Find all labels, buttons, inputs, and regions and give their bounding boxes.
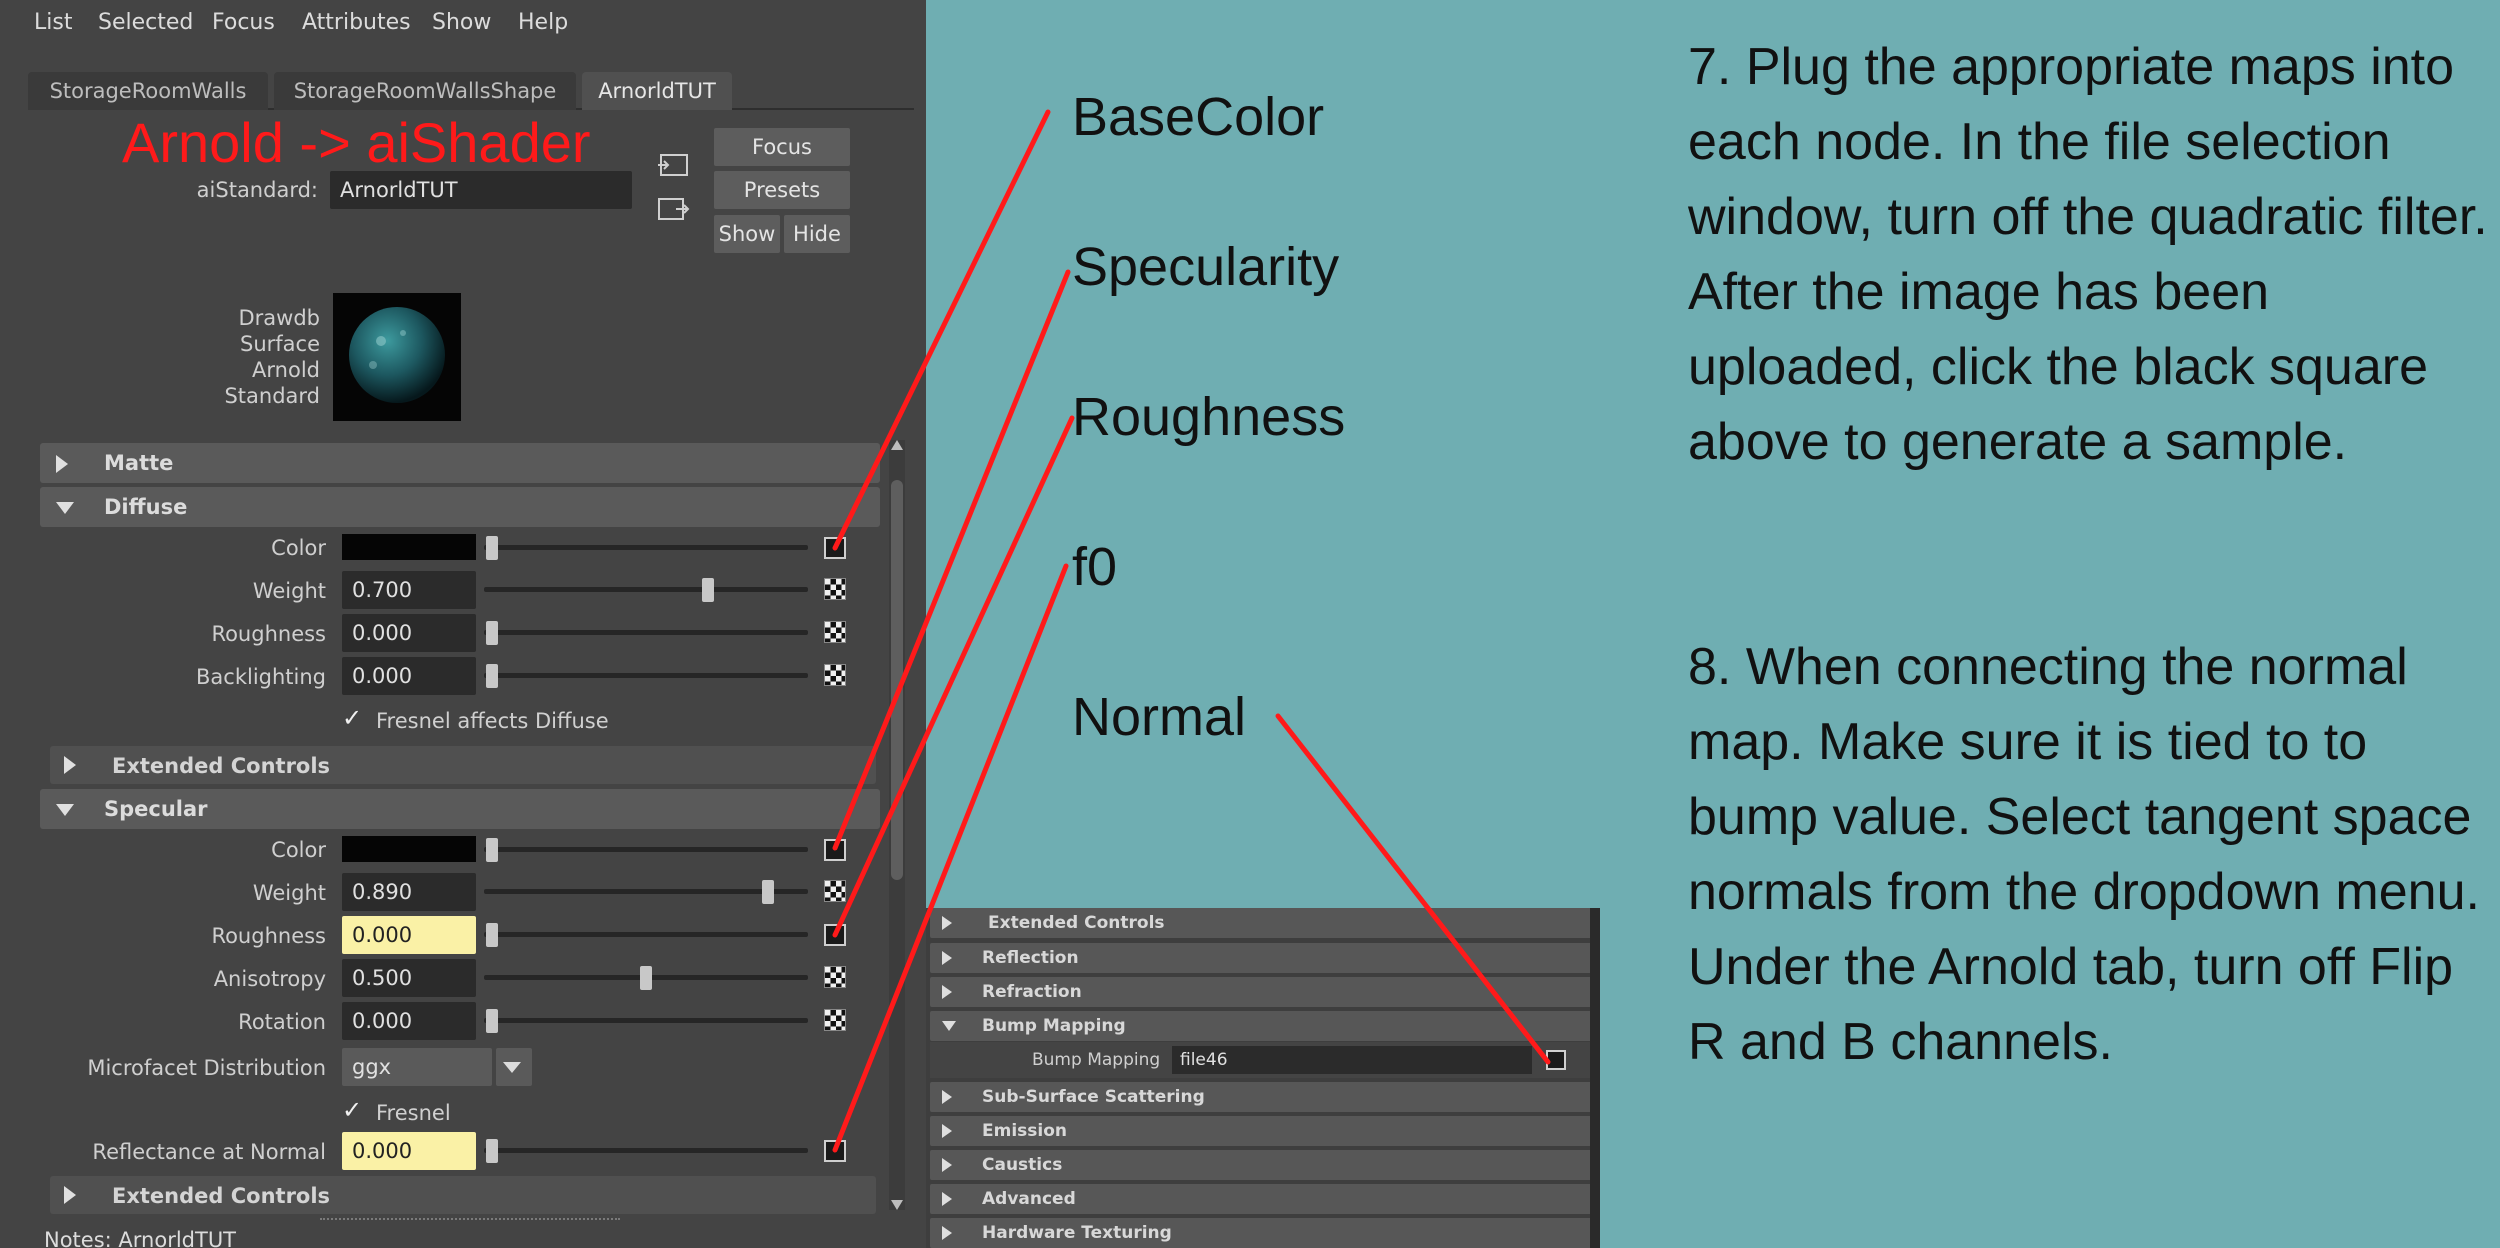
leader-line-basecolor xyxy=(832,109,1051,551)
leader-line-roughness xyxy=(832,415,1075,938)
annotation-leader-lines xyxy=(832,109,1551,1153)
leader-line-normal xyxy=(1275,713,1551,1065)
leader-line-specularity xyxy=(832,269,1071,851)
